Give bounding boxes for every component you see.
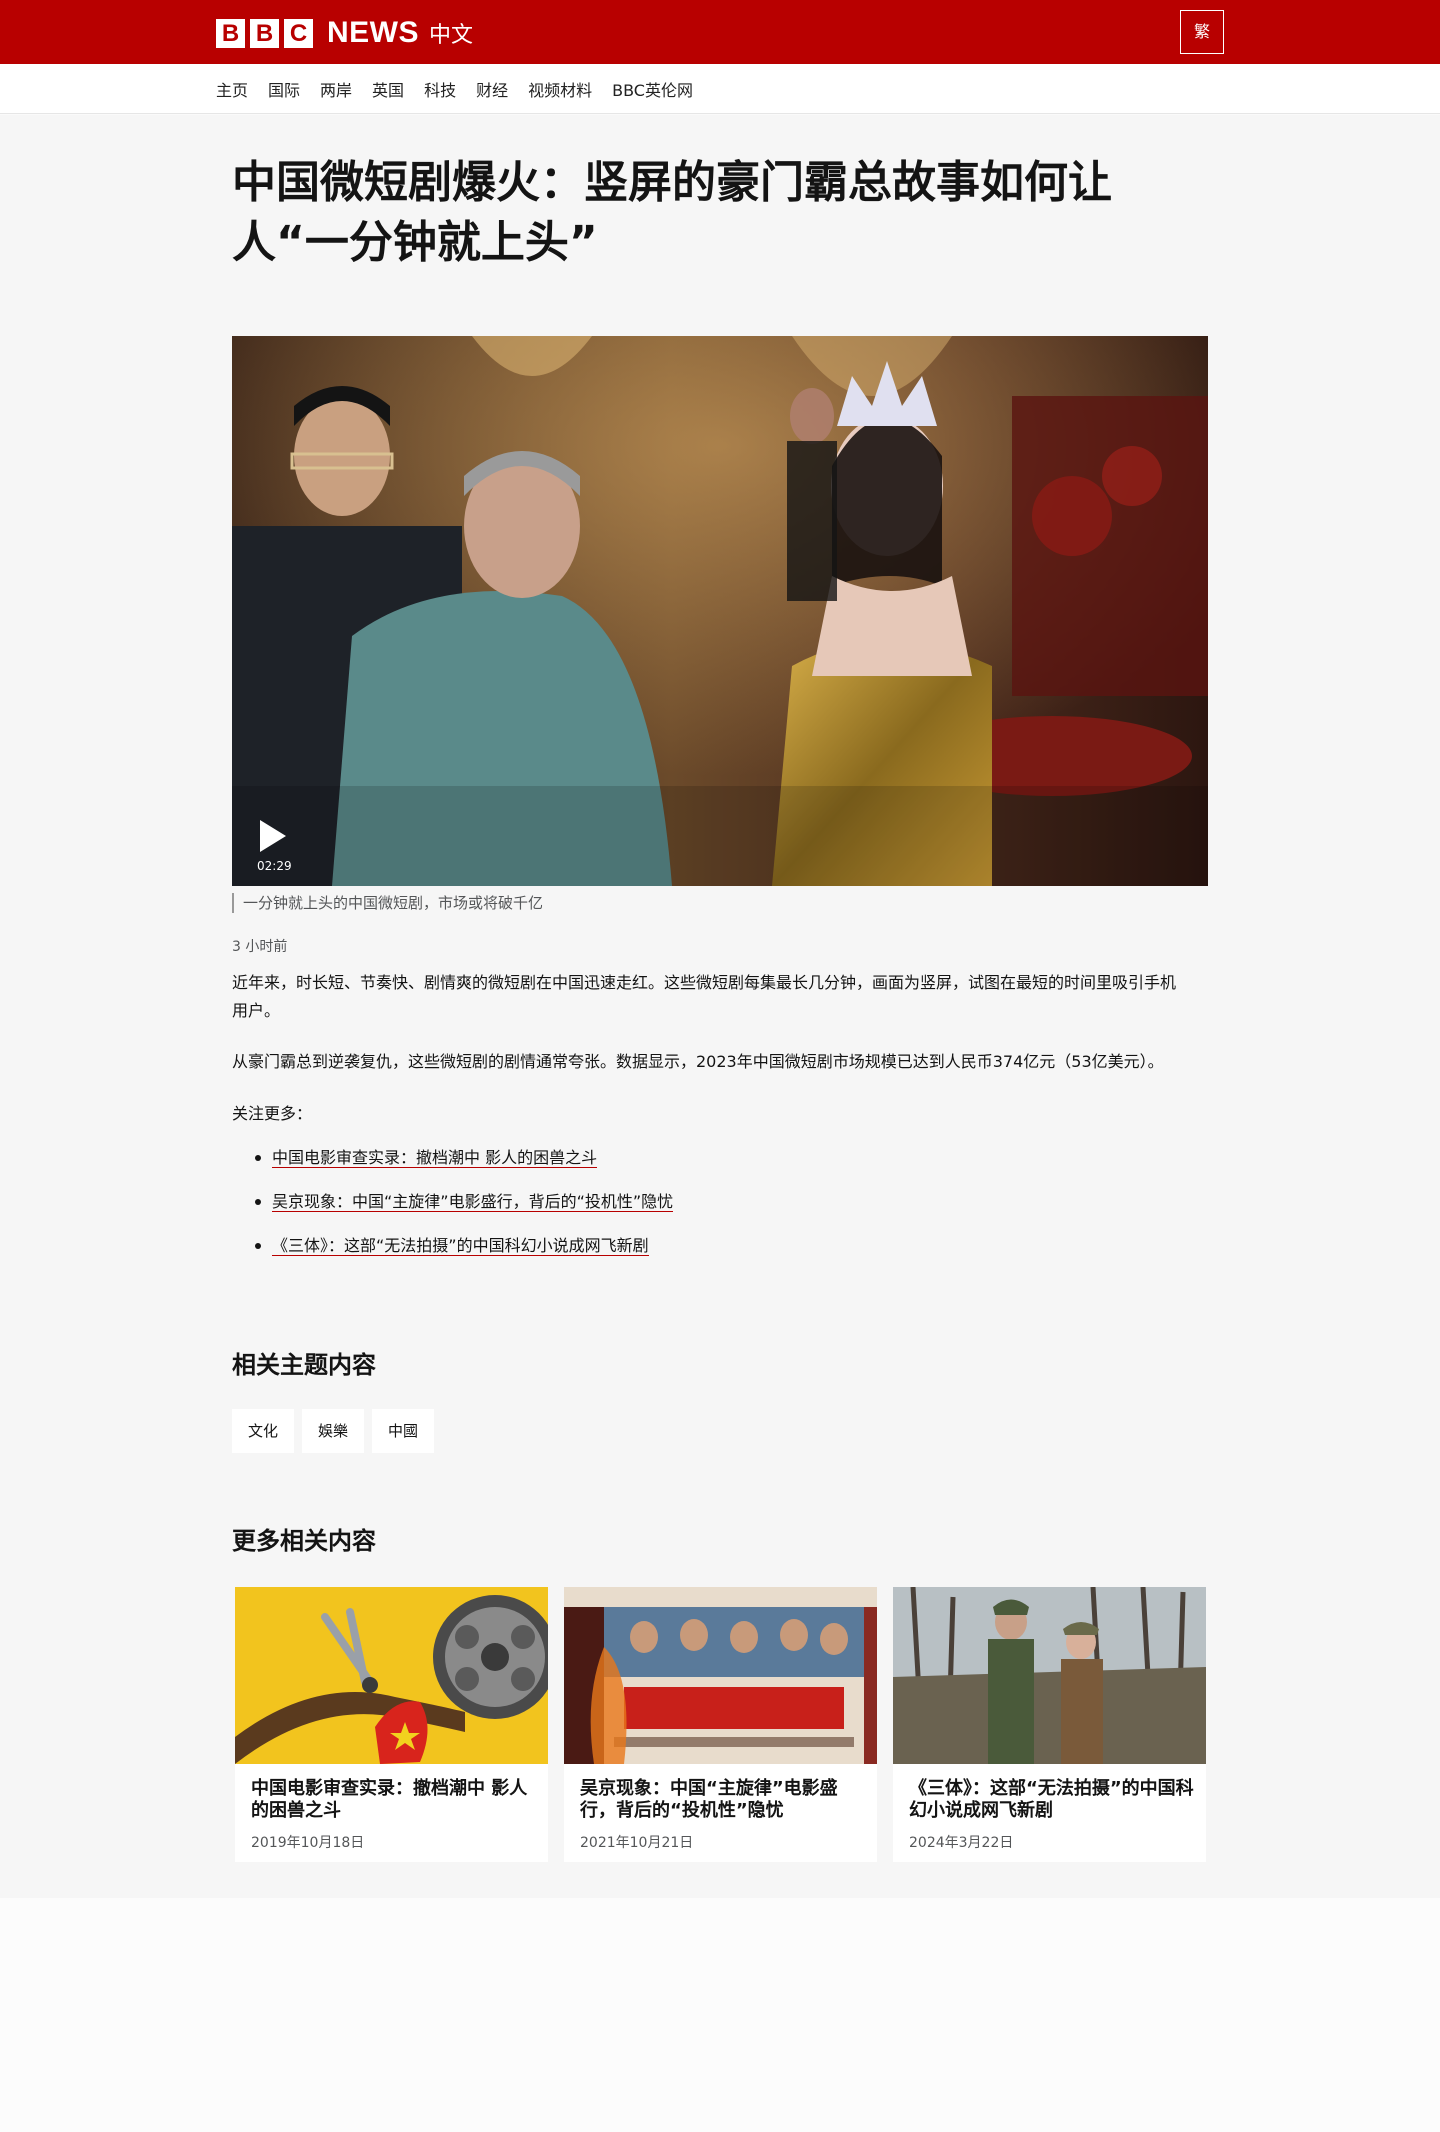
bullet-icon [255, 1243, 261, 1249]
article-paragraph: 关注更多： [232, 1104, 313, 1123]
card-date: 2019年10月18日 [251, 1835, 365, 1851]
video-player[interactable]: 02:29 [232, 336, 1208, 886]
main-navigation: 主页 国际 两岸 英国 科技 财经 视频材料 BBC英伦网 [0, 64, 1440, 114]
video-duration: 02:29 [257, 859, 292, 873]
bbc-logo-blocks: B B C [216, 18, 313, 48]
bbc-news-logo[interactable]: B B C NEWS 中文 [216, 16, 473, 50]
card-date: 2024年3月22日 [909, 1835, 1014, 1851]
traditional-chinese-toggle-button[interactable]: 繁 [1180, 10, 1224, 54]
logo-language-text: 中文 [429, 23, 474, 48]
article-timestamp: 3 小时前 [232, 939, 288, 955]
article-paragraph: 近年来，时长短、节奏快、剧情爽的微短剧在中国迅速走红。这些微短剧每集最长几分钟，… [232, 973, 1177, 1020]
top-header-bar: B B C NEWS 中文 繁 [0, 0, 1440, 64]
card-title: 吴京现象：中国“主旋律”电影盛行，背后的“投机性”隐忧 [580, 1778, 838, 1821]
article-paragraph: 从豪门霸总到逆袭复仇，这些微短剧的剧情通常夸张。数据显示，2023年中国微短剧市… [232, 1052, 1164, 1071]
topic-tag-china[interactable]: 中國 [372, 1409, 435, 1453]
page-footer-area [0, 1898, 1440, 2132]
related-card[interactable]: 中国电影审查实录：撤档潮中 影人的困兽之斗 2019年10月18日 [235, 1587, 548, 1862]
nav-list: 主页 国际 两岸 英国 科技 财经 视频材料 BBC英伦网 [216, 64, 713, 114]
related-link-three-body[interactable]: 《三体》：这部“无法拍摄”的中国科幻小说成网飞新剧 [272, 1236, 649, 1256]
related-link-item: 《三体》：这部“无法拍摄”的中国科幻小说成网飞新剧 [252, 1232, 673, 1276]
logo-news-text: NEWS [327, 16, 419, 49]
related-card[interactable]: 《三体》：这部“无法拍摄”的中国科幻小说成网飞新剧 2024年3月22日 [893, 1587, 1206, 1862]
card-image-film-censorship [235, 1587, 548, 1764]
related-link-wu-jing[interactable]: 吴京现象：中国“主旋律”电影盛行，背后的“投机性”隐忧 [272, 1192, 674, 1212]
video-thumbnail-image [232, 336, 1208, 886]
related-link-item: 吴京现象：中国“主旋律”电影盛行，背后的“投机性”隐忧 [252, 1188, 674, 1232]
card-date: 2021年10月21日 [580, 1835, 694, 1851]
related-topics-heading: 相关主题内容 [232, 1351, 376, 1379]
nav-item-home[interactable]: 主页 [216, 77, 248, 101]
nav-item-business[interactable]: 财经 [476, 77, 508, 101]
play-icon[interactable] [256, 816, 290, 856]
nav-item-cross-strait[interactable]: 两岸 [320, 77, 352, 101]
topic-tag-entertainment[interactable]: 娛樂 [302, 1409, 365, 1453]
topic-tags: 文化 娛樂 中國 [232, 1409, 435, 1453]
bbc-logo-letter-b2: B [250, 18, 279, 48]
video-caption: 一分钟就上头的中国微短剧，市场或将破千亿 [232, 893, 543, 913]
related-link-film-censorship[interactable]: 中国电影审查实录：撤档潮中 影人的困兽之斗 [272, 1148, 598, 1168]
card-image-wu-jing-poster [564, 1587, 877, 1764]
card-title: 中国电影审查实录：撤档潮中 影人的困兽之斗 [251, 1778, 528, 1821]
related-link-item: 中国电影审查实录：撤档潮中 影人的困兽之斗 [252, 1144, 673, 1188]
nav-item-uk[interactable]: 英国 [372, 77, 404, 101]
related-card[interactable]: 吴京现象：中国“主旋律”电影盛行，背后的“投机性”隐忧 2021年10月21日 [564, 1587, 877, 1862]
nav-item-technology[interactable]: 科技 [424, 77, 456, 101]
related-links-list: 中国电影审查实录：撤档潮中 影人的困兽之斗 吴京现象：中国“主旋律”电影盛行，背… [252, 1144, 674, 1276]
card-image-three-body [893, 1587, 1206, 1764]
card-title: 《三体》：这部“无法拍摄”的中国科幻小说成网飞新剧 [909, 1778, 1194, 1821]
bbc-logo-letter-c: C [284, 18, 313, 48]
nav-item-video[interactable]: 视频材料 [528, 77, 592, 101]
more-related-heading: 更多相关内容 [232, 1527, 376, 1555]
nav-item-bbc-ukchina[interactable]: BBC英伦网 [612, 77, 693, 101]
related-cards: 中国电影审查实录：撤档潮中 影人的困兽之斗 2019年10月18日 吴京现象：中… [235, 1587, 1206, 1862]
nav-item-international[interactable]: 国际 [268, 77, 300, 101]
bbc-logo-letter-b1: B [216, 18, 245, 48]
article-main: 中国微短剧爆火：竖屏的豪门霸总故事如何让人“一分钟就上头” 02:29 一分钟就… [0, 115, 1440, 1898]
topic-tag-culture[interactable]: 文化 [232, 1409, 295, 1453]
bullet-icon [255, 1199, 261, 1205]
bullet-icon [255, 1155, 261, 1161]
article-headline: 中国微短剧爆火：竖屏的豪门霸总故事如何让人“一分钟就上头” [232, 157, 1112, 268]
